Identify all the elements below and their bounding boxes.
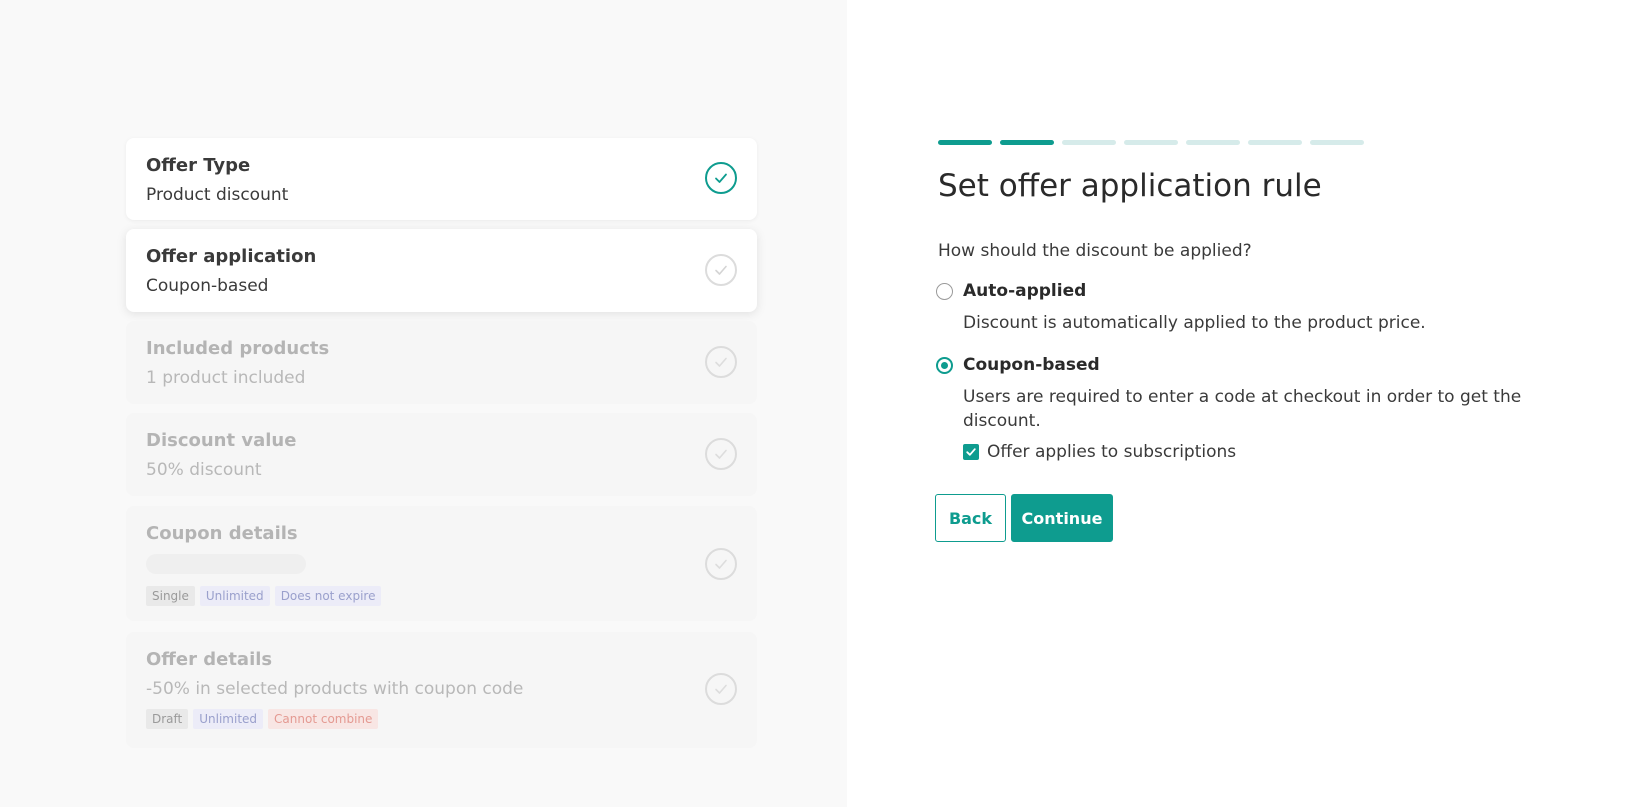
step-subtitle: Product discount bbox=[146, 185, 289, 205]
option-label: Auto-applied bbox=[963, 281, 1087, 301]
subscriptions-checkbox-label: Offer applies to subscriptions bbox=[987, 442, 1237, 462]
coupon-tags: Single Unlimited Does not expire bbox=[146, 586, 737, 606]
question-label: How should the discount be applied? bbox=[938, 241, 1252, 261]
step-subtitle: 1 product included bbox=[146, 368, 306, 388]
continue-button[interactable]: Continue bbox=[1011, 494, 1113, 542]
page-title: Set offer application rule bbox=[938, 168, 1322, 204]
subscriptions-checkbox-row[interactable]: Offer applies to subscriptions bbox=[963, 441, 1236, 463]
step-card-coupon-details: Coupon details Single Unlimited Does not… bbox=[126, 506, 757, 621]
tag-cannot-combine: Cannot combine bbox=[268, 709, 379, 729]
steps-summary-panel: Offer Type Product discount Offer applic… bbox=[0, 0, 847, 807]
step-card-offer-type[interactable]: Offer Type Product discount bbox=[126, 138, 757, 220]
step-title: Coupon details bbox=[146, 523, 298, 544]
check-circle-icon bbox=[705, 673, 737, 705]
option-coupon-based[interactable]: Coupon-based Users are required to enter… bbox=[936, 354, 1536, 434]
progress-step bbox=[1310, 140, 1364, 145]
offer-tags: Draft Unlimited Cannot combine bbox=[146, 709, 737, 729]
coupon-code-placeholder bbox=[146, 554, 306, 574]
step-title: Offer details bbox=[146, 649, 273, 670]
option-description: Users are required to enter a code at ch… bbox=[963, 387, 1522, 431]
option-description: Discount is automatically applied to the… bbox=[963, 313, 1426, 333]
step-card-offer-details: Offer details -50% in selected products … bbox=[126, 632, 757, 748]
radio-auto-applied[interactable] bbox=[936, 283, 953, 300]
progress-step bbox=[1186, 140, 1240, 145]
step-card-offer-application[interactable]: Offer application Coupon-based bbox=[126, 229, 757, 312]
step-card-discount-value: Discount value 50% discount bbox=[126, 413, 757, 496]
step-card-included-products: Included products 1 product included bbox=[126, 321, 757, 404]
progress-step bbox=[1062, 140, 1116, 145]
progress-step bbox=[938, 140, 992, 145]
check-circle-icon bbox=[705, 162, 737, 194]
back-button[interactable]: Back bbox=[935, 494, 1006, 542]
step-title: Offer Type bbox=[146, 155, 251, 176]
tag-draft: Draft bbox=[146, 709, 189, 729]
tag-does-not-expire: Does not expire bbox=[274, 586, 382, 606]
step-title: Included products bbox=[146, 338, 330, 359]
step-subtitle: 50% discount bbox=[146, 460, 262, 480]
progress-step bbox=[1000, 140, 1054, 145]
progress-step bbox=[1248, 140, 1302, 145]
step-title: Discount value bbox=[146, 430, 297, 451]
tag-unlimited: Unlimited bbox=[193, 709, 264, 729]
tag-unlimited: Unlimited bbox=[199, 586, 270, 606]
option-label: Coupon-based bbox=[963, 355, 1100, 375]
tag-single: Single bbox=[146, 586, 195, 606]
wizard-progress bbox=[938, 140, 1364, 145]
check-circle-icon bbox=[705, 548, 737, 580]
check-icon[interactable] bbox=[963, 444, 979, 460]
step-title: Offer application bbox=[146, 246, 317, 267]
step-subtitle: Coupon-based bbox=[146, 276, 269, 296]
radio-coupon-based[interactable] bbox=[936, 357, 953, 374]
check-circle-icon bbox=[705, 254, 737, 286]
option-auto-applied[interactable]: Auto-applied Discount is automatically a… bbox=[936, 280, 1536, 336]
progress-step bbox=[1124, 140, 1178, 145]
check-circle-icon bbox=[705, 438, 737, 470]
step-subtitle: -50% in selected products with coupon co… bbox=[146, 679, 524, 699]
check-circle-icon bbox=[705, 346, 737, 378]
